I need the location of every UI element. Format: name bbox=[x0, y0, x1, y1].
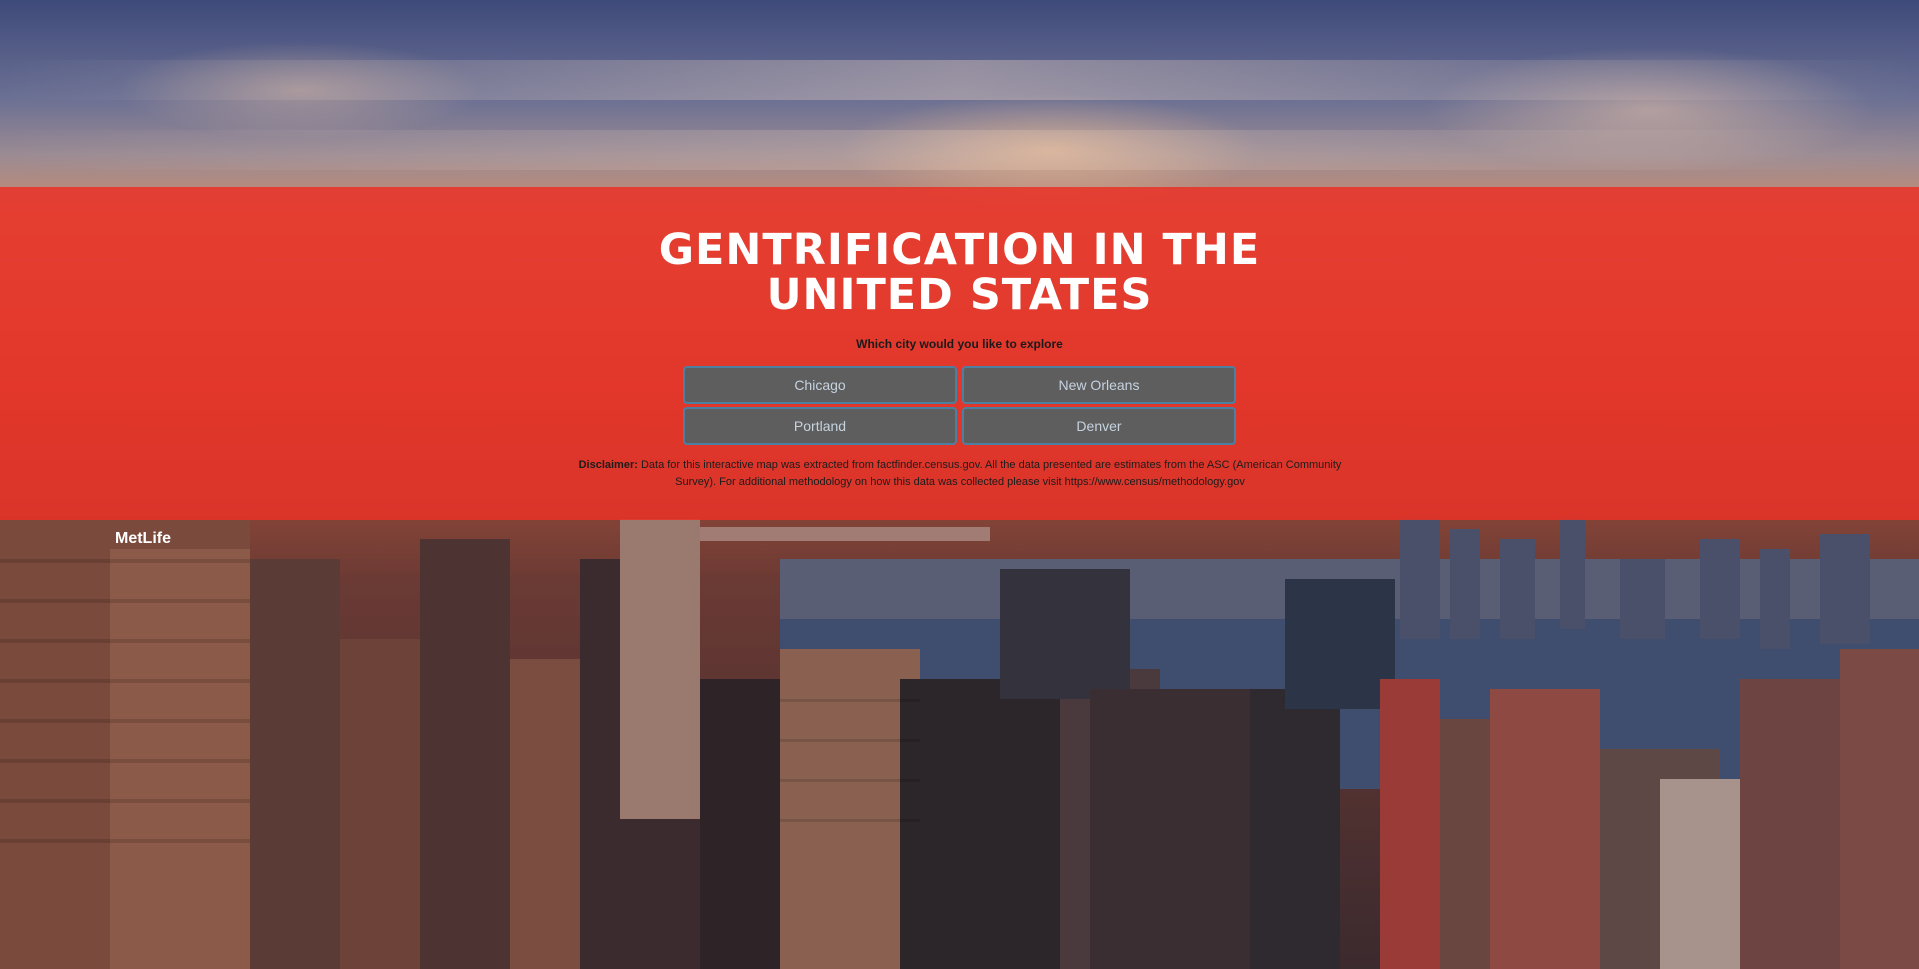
cloud-streak bbox=[0, 60, 1919, 100]
disclaimer-label: Disclaimer: bbox=[578, 459, 638, 471]
new-orleans-button[interactable]: New Orleans bbox=[962, 366, 1236, 404]
landing-page: MetLife GENTRIFICATION IN THE UNITED STA… bbox=[0, 0, 1919, 969]
chicago-button[interactable]: Chicago bbox=[683, 366, 957, 404]
city-button-grid: Chicago New Orleans Portland Denver bbox=[683, 366, 1236, 445]
city-skyline-image: MetLife bbox=[0, 519, 1919, 969]
page-title-line-1: GENTRIFICATION IN THE bbox=[658, 225, 1261, 275]
denver-button[interactable]: Denver bbox=[962, 407, 1236, 445]
page-title: GENTRIFICATION IN THE UNITED STATES bbox=[0, 228, 1919, 318]
portland-button[interactable]: Portland bbox=[683, 407, 957, 445]
disclaimer-text: Data for this interactive map was extrac… bbox=[640, 459, 1342, 488]
svg-text:MetLife: MetLife bbox=[115, 530, 171, 547]
cloud-streak bbox=[0, 130, 1919, 170]
page-title-line-2: UNITED STATES bbox=[766, 270, 1153, 320]
city-prompt: Which city would you like to explore bbox=[856, 337, 1063, 351]
disclaimer: Disclaimer: Data for this interactive ma… bbox=[560, 457, 1360, 491]
